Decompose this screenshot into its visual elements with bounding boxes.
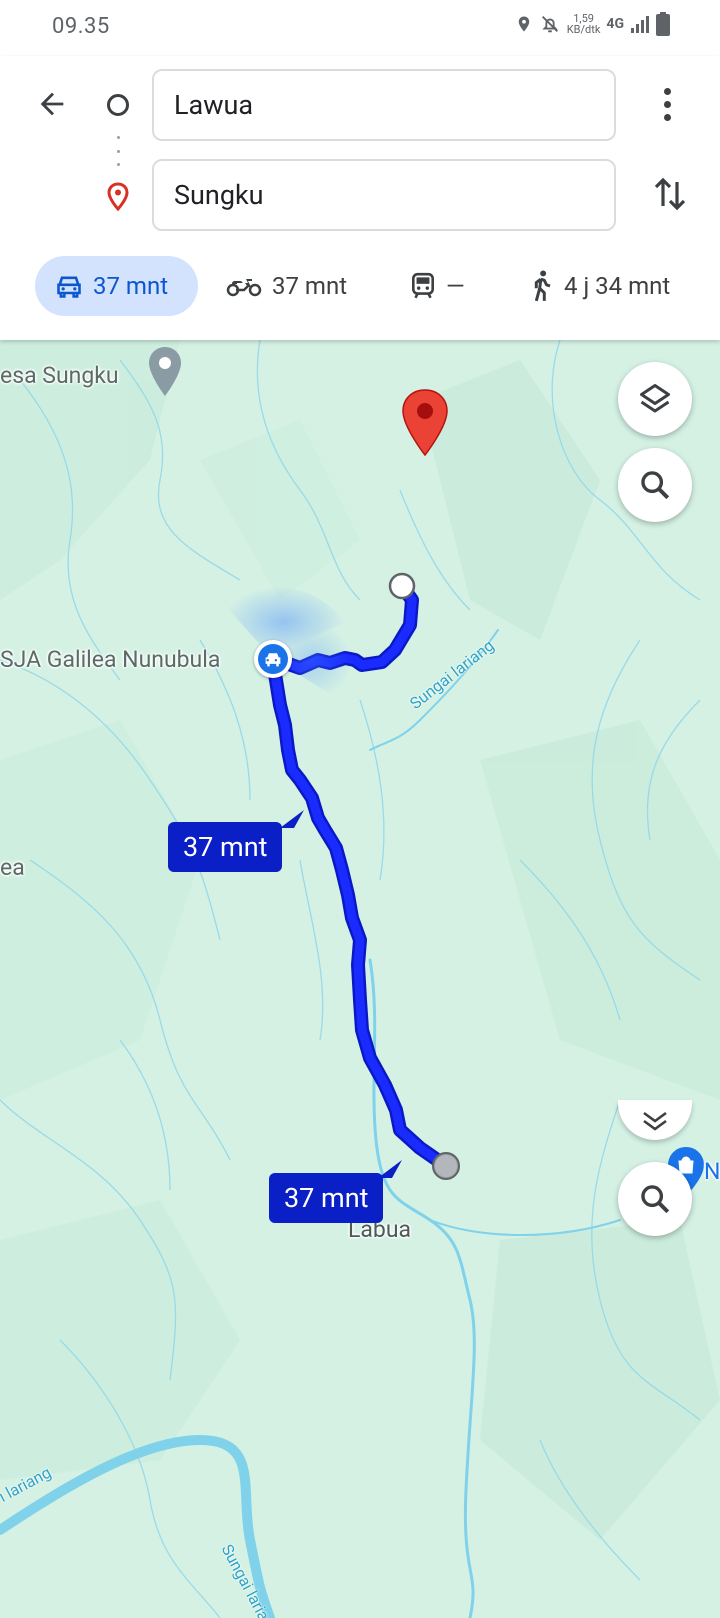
status-icons: 1,59 KB/dtk 4G — [515, 12, 670, 36]
route-time-chip-upper[interactable]: 37 mnt — [168, 822, 283, 872]
car-icon — [265, 653, 281, 667]
map-canvas — [0, 340, 720, 1618]
signal-icon — [631, 16, 649, 33]
travel-mode-tabs: 37 mnt 37 mnt — 4 j 34 mnt — [0, 256, 720, 320]
network-speed: 1,59 KB/dtk — [566, 12, 601, 36]
tab-walk[interactable]: 4 j 34 mnt — [530, 256, 670, 316]
swap-arrows-icon — [654, 177, 686, 211]
tab-transit-time: — — [446, 272, 465, 300]
more-options-button[interactable] — [652, 82, 682, 126]
tab-drive-time: 37 mnt — [93, 272, 169, 300]
tab-walk-time: 4 j 34 mnt — [564, 272, 671, 300]
tab-drive[interactable]: 37 mnt — [35, 256, 198, 316]
route-time-chip-lower[interactable]: 37 mnt — [269, 1173, 384, 1223]
car-icon — [57, 276, 81, 298]
origin-circle-icon — [107, 94, 129, 116]
chip-tail-lower — [378, 1160, 402, 1178]
status-time: 09.35 — [52, 14, 110, 39]
map-view[interactable]: esa Sungku SJA Galilea Nunubula ea Labua… — [0, 340, 720, 1618]
status-bar: 09.35 1,59 KB/dtk 4G — [0, 0, 720, 56]
origin-field[interactable]: Lawua — [152, 69, 616, 141]
layers-button[interactable] — [618, 362, 692, 436]
mute-notification-icon — [541, 16, 558, 33]
current-location-car-marker — [254, 640, 292, 678]
walk-icon — [534, 270, 551, 302]
tab-motorcycle-time: 37 mnt — [272, 272, 348, 300]
destination-field[interactable]: Sungku — [152, 159, 616, 231]
destination-marker-icon[interactable] — [400, 388, 450, 458]
battery-icon — [656, 12, 670, 36]
place-pin-icon[interactable] — [147, 346, 183, 398]
label-desa-sungku: esa Sungku — [0, 362, 119, 389]
train-icon — [412, 272, 434, 299]
search-button-bottom[interactable] — [618, 1162, 692, 1236]
label-galilea-nunubula: SJA Galilea Nunubula — [0, 646, 221, 673]
tab-transit[interactable]: — — [410, 256, 465, 316]
motorcycle-icon — [226, 279, 262, 297]
destination-pin-icon — [106, 182, 130, 216]
back-button[interactable] — [30, 82, 74, 126]
network-type: 4G — [606, 16, 624, 32]
swap-locations-button[interactable] — [648, 172, 692, 216]
search-icon — [641, 1185, 670, 1214]
layers-icon — [640, 384, 670, 413]
search-icon — [641, 471, 670, 500]
directions-header: Lawua Sungku 37 mnt 37 mnt — 4 j 34 mnt — [0, 56, 720, 340]
location-status-icon — [518, 16, 529, 32]
route-connector-dots — [117, 136, 120, 166]
label-left-fragment: ea — [0, 854, 25, 881]
tab-motorcycle[interactable]: 37 mnt — [226, 256, 347, 316]
chip-tail-upper — [280, 810, 304, 828]
search-button-top[interactable] — [618, 448, 692, 522]
label-right-fragment: N — [704, 1158, 720, 1185]
back-arrow-icon — [40, 92, 64, 116]
chevron-down-icon — [643, 1111, 667, 1131]
